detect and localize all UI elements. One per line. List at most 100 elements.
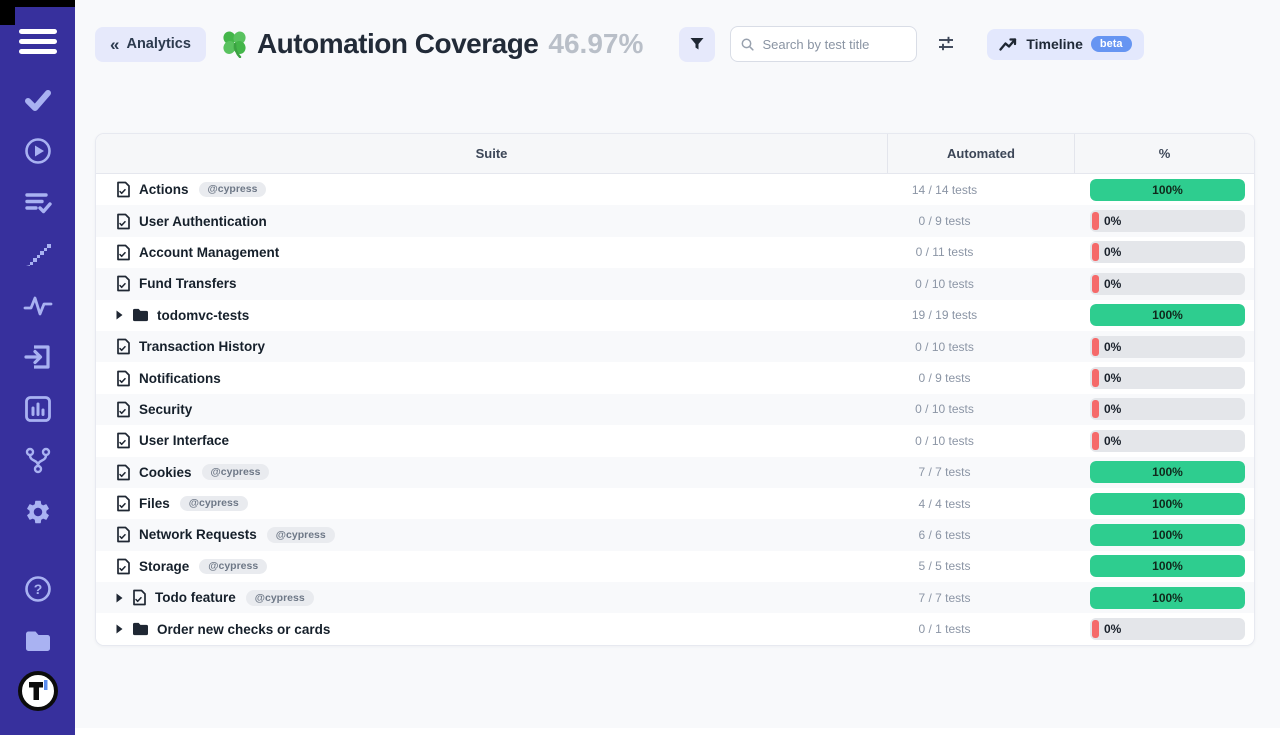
percent-cell: 0%: [1074, 210, 1254, 232]
suite-cell: Storage @cypress: [96, 558, 887, 575]
search-input[interactable]: [762, 37, 906, 52]
suite-tag[interactable]: @cypress: [180, 496, 248, 512]
percent-cell: 100%: [1074, 587, 1254, 609]
svg-text:?: ?: [33, 581, 42, 597]
automated-count: 0 / 10 tests: [887, 277, 1074, 291]
sidebar-item-projects[interactable]: [0, 615, 75, 667]
expand-caret[interactable]: [116, 624, 123, 634]
file-check-icon: [116, 244, 131, 261]
suite-name[interactable]: Storage: [139, 559, 189, 574]
suite-name[interactable]: Fund Transfers: [139, 276, 237, 291]
sidebar-item-branches[interactable]: [0, 435, 75, 487]
coverage-percent-label: 0%: [1104, 367, 1121, 389]
gear-icon: [24, 498, 52, 526]
menu-icon[interactable]: [19, 24, 57, 58]
suite-tag[interactable]: @cypress: [246, 590, 314, 606]
automated-count: 0 / 1 tests: [887, 622, 1074, 636]
coverage-percent-label: 100%: [1090, 179, 1245, 201]
table-row[interactable]: Actions@cypress14 / 14 tests100%: [96, 174, 1254, 205]
column-header-suite: Suite: [96, 134, 887, 173]
file-check-icon: [116, 558, 131, 575]
suite-name[interactable]: Security: [139, 402, 192, 417]
coverage-bar: 100%: [1090, 493, 1245, 515]
suite-cell: User Interface: [96, 432, 887, 449]
suite-tag[interactable]: @cypress: [199, 182, 267, 198]
sidebar-item-test-plans[interactable]: [0, 177, 75, 229]
expand-caret[interactable]: [116, 593, 123, 603]
automated-count: 0 / 10 tests: [887, 434, 1074, 448]
automated-count: 5 / 5 tests: [887, 559, 1074, 573]
suite-name[interactable]: User Interface: [139, 433, 229, 448]
suite-name[interactable]: Actions: [139, 182, 189, 197]
coverage-percent-label: 100%: [1090, 524, 1245, 546]
table-row[interactable]: Security0 / 10 tests0%: [96, 394, 1254, 425]
suite-name[interactable]: todomvc-tests: [157, 308, 249, 323]
file-check-icon: [116, 495, 131, 512]
table-row[interactable]: Order new checks or cards0 / 1 tests0%: [96, 613, 1254, 644]
table-row[interactable]: Fund Transfers0 / 10 tests0%: [96, 268, 1254, 299]
table-row[interactable]: Network Requests @cypress 6 / 6 tests 100%: [96, 519, 1254, 550]
file-check-icon: [116, 213, 131, 230]
sidebar-item-import[interactable]: [0, 332, 75, 384]
timeline-button[interactable]: Timeline beta: [987, 29, 1143, 60]
table-row[interactable]: Todo feature@cypress7 / 7 tests100%: [96, 582, 1254, 613]
percent-cell: 100%: [1074, 179, 1254, 201]
page-title: Automation Coverage: [257, 28, 538, 60]
coverage-bar-sliver: [1092, 400, 1099, 418]
trend-line-icon: [999, 37, 1018, 52]
table-row[interactable]: Transaction History0 / 10 tests0%: [96, 331, 1254, 362]
file-check-icon: [116, 338, 131, 355]
suite-tag[interactable]: @cypress: [202, 464, 270, 480]
suite-name[interactable]: Cookies: [139, 465, 192, 480]
expand-caret[interactable]: [116, 310, 123, 320]
table-row[interactable]: User Interface 0 / 10 tests 0%: [96, 425, 1254, 456]
suite-name[interactable]: Transaction History: [139, 339, 265, 354]
sidebar-item-help[interactable]: ?: [0, 563, 75, 615]
back-analytics-button[interactable]: « Analytics: [95, 27, 206, 62]
sidebar-item-tests[interactable]: [0, 74, 75, 126]
sidebar-item-pulse[interactable]: [0, 280, 75, 332]
suite-cell: Cookies @cypress: [96, 464, 887, 481]
suite-name[interactable]: Notifications: [139, 371, 221, 386]
coverage-percent-label: 100%: [1090, 461, 1245, 483]
suite-name[interactable]: Order new checks or cards: [157, 622, 330, 637]
search-icon: [741, 37, 754, 52]
sidebar-item-settings[interactable]: [0, 486, 75, 538]
suite-cell: Notifications: [96, 370, 887, 387]
sidebar: ?: [0, 0, 75, 735]
tune-icon: [936, 34, 956, 54]
automated-count: 6 / 6 tests: [887, 528, 1074, 542]
suite-cell: Todo feature @cypress: [96, 589, 887, 606]
app-logo[interactable]: [0, 667, 75, 715]
list-check-icon: [24, 191, 52, 215]
suite-name[interactable]: User Authentication: [139, 214, 267, 229]
file-check-icon: [116, 526, 131, 543]
table-row[interactable]: Account Management0 / 11 tests0%: [96, 237, 1254, 268]
table-row[interactable]: todomvc-tests19 / 19 tests100%: [96, 300, 1254, 331]
table-row[interactable]: Cookies@cypress7 / 7 tests100%: [96, 457, 1254, 488]
automated-count: 0 / 10 tests: [887, 340, 1074, 354]
automated-count: 0 / 10 tests: [887, 402, 1074, 416]
sidebar-item-analytics[interactable]: [0, 383, 75, 435]
suite-name[interactable]: Network Requests: [139, 527, 257, 542]
coverage-bar-sliver: [1092, 275, 1099, 293]
table-row[interactable]: Notifications0 / 9 tests0%: [96, 362, 1254, 393]
coverage-bar-sliver: [1092, 620, 1099, 638]
table-row[interactable]: Files@cypress4 / 4 tests100%: [96, 488, 1254, 519]
suite-tag[interactable]: @cypress: [267, 527, 335, 543]
coverage-bar-sliver: [1092, 212, 1099, 230]
suite-name[interactable]: Account Management: [139, 245, 279, 260]
advanced-filters-button[interactable]: [931, 29, 961, 59]
sidebar-item-steps[interactable]: [0, 229, 75, 281]
suite-name[interactable]: Todo feature: [155, 590, 236, 605]
file-check-icon: [132, 589, 147, 606]
percent-cell: 100%: [1074, 493, 1254, 515]
filter-button[interactable]: [679, 27, 715, 62]
table-row[interactable]: User Authentication0 / 9 tests0%: [96, 205, 1254, 236]
suite-tag[interactable]: @cypress: [199, 559, 267, 575]
table-row[interactable]: Storage@cypress5 / 5 tests100%: [96, 551, 1254, 582]
suite-name[interactable]: Files: [139, 496, 170, 511]
coverage-bar: 100%: [1090, 304, 1245, 326]
sidebar-item-runs[interactable]: [0, 126, 75, 178]
coverage-bar: 0%: [1090, 430, 1245, 452]
